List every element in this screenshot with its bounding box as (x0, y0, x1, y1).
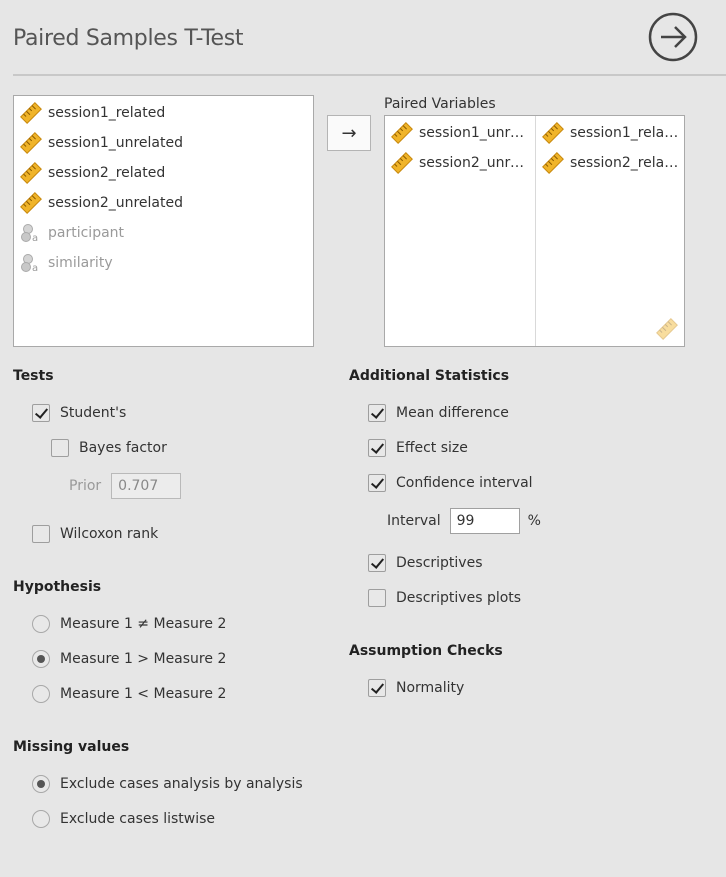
confidence-interval-checkbox[interactable]: Confidence interval (368, 474, 533, 492)
checkbox-box[interactable] (32, 404, 50, 422)
variable-item[interactable]: session1_unrelated (14, 128, 183, 158)
nominal-text-icon (20, 222, 42, 244)
mean-difference-checkbox[interactable]: Mean difference (368, 404, 509, 422)
checkbox-box[interactable] (368, 404, 386, 422)
interval-label: Interval (387, 513, 441, 529)
interval-row: Interval % (387, 508, 541, 534)
checkbox-box[interactable] (368, 554, 386, 572)
prior-label: Prior (69, 478, 102, 494)
ruler-icon (391, 122, 413, 144)
transfer-button[interactable]: → (327, 115, 371, 151)
header-divider (13, 74, 726, 76)
radio-button[interactable] (32, 810, 50, 828)
prior-input[interactable] (111, 473, 182, 499)
tests-heading: Tests (13, 368, 54, 384)
arrow-circle-right-icon (648, 12, 698, 62)
hypothesis-option[interactable]: Measure 1 ≠ Measure 2 (32, 615, 226, 633)
normality-checkbox[interactable]: Normality (368, 679, 464, 697)
bayes-factor-checkbox[interactable]: Bayes factor (51, 439, 167, 457)
pair-left-cell[interactable]: session2_unrel... (385, 148, 530, 178)
variable-item[interactable]: session1_related (14, 98, 165, 128)
variable-item[interactable]: similarity (14, 248, 113, 278)
checkbox-box[interactable] (368, 439, 386, 457)
available-variables-list[interactable]: session1_related session1_unrelated sess… (13, 95, 314, 347)
ruler-icon (20, 162, 42, 184)
checkbox-box[interactable] (368, 679, 386, 697)
additional-statistics-heading: Additional Statistics (349, 368, 510, 384)
variable-item[interactable]: session2_related (14, 158, 165, 188)
assumption-checks-heading: Assumption Checks (349, 643, 503, 659)
pair-right-cell[interactable]: session1_related (536, 118, 681, 148)
ruler-icon (20, 132, 42, 154)
ruler-icon (542, 152, 564, 174)
hypothesis-option[interactable]: Measure 1 > Measure 2 (32, 650, 226, 668)
students-checkbox[interactable]: Student's (32, 404, 126, 422)
radio-button[interactable] (32, 650, 50, 668)
ruler-icon (656, 318, 678, 340)
paired-variables-label: Paired Variables (384, 96, 496, 112)
checkbox-box[interactable] (32, 525, 50, 543)
radio-button[interactable] (32, 775, 50, 793)
hypothesis-option[interactable]: Measure 1 < Measure 2 (32, 685, 226, 703)
wilcoxon-checkbox[interactable]: Wilcoxon rank (32, 525, 158, 543)
interval-unit: % (527, 513, 541, 529)
missing-option[interactable]: Exclude cases analysis by analysis (32, 775, 303, 793)
radio-button[interactable] (32, 615, 50, 633)
pair-right-cell[interactable]: session2_relate... (536, 148, 681, 178)
paired-variables-list[interactable]: session1_unrela.. session1_related sessi… (384, 115, 685, 347)
missing-option[interactable]: Exclude cases listwise (32, 810, 215, 828)
run-analysis-button[interactable] (648, 12, 698, 62)
prior-row: Prior (69, 473, 182, 499)
pair-left-cell[interactable]: session1_unrela.. (385, 118, 530, 148)
ruler-icon (391, 152, 413, 174)
checkbox-box[interactable] (51, 439, 69, 457)
variable-item[interactable]: participant (14, 218, 124, 248)
ruler-icon (20, 102, 42, 124)
descriptives-checkbox[interactable]: Descriptives (368, 554, 483, 572)
ruler-icon (20, 192, 42, 214)
variable-item[interactable]: session2_unrelated (14, 188, 183, 218)
page-title: Paired Samples T-Test (13, 26, 244, 51)
descriptives-plots-checkbox[interactable]: Descriptives plots (368, 589, 521, 607)
interval-input[interactable] (449, 508, 520, 534)
missing-values-heading: Missing values (13, 739, 130, 755)
nominal-text-icon (20, 252, 42, 274)
effect-size-checkbox[interactable]: Effect size (368, 439, 468, 457)
checkbox-box[interactable] (368, 474, 386, 492)
radio-button[interactable] (32, 685, 50, 703)
checkbox-box[interactable] (368, 589, 386, 607)
hypothesis-heading: Hypothesis (13, 579, 102, 595)
ruler-icon (542, 122, 564, 144)
